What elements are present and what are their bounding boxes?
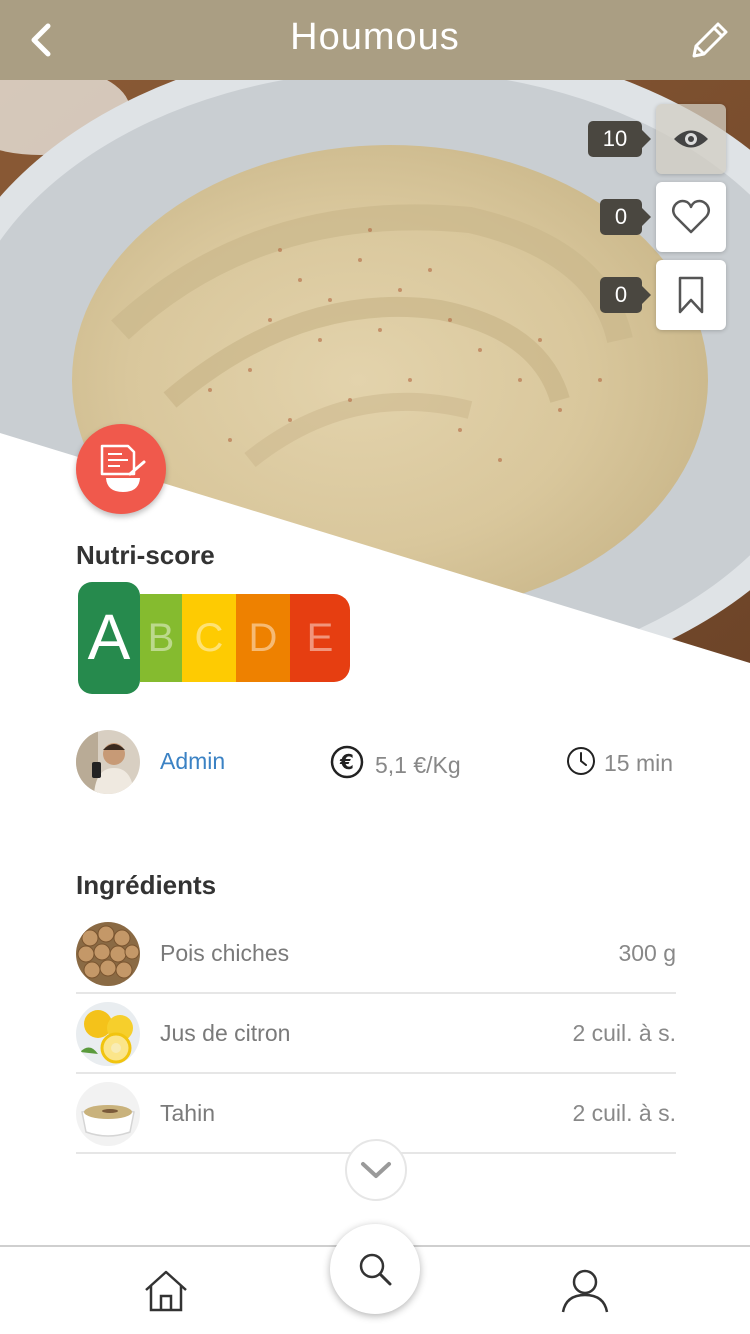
- top-bar: Houmous: [0, 0, 750, 80]
- tahini-thumbnail: [76, 1082, 140, 1146]
- saves-count: 0: [600, 277, 651, 313]
- ingredient-name: Jus de citron: [160, 1020, 291, 1046]
- bookmark-icon: [678, 276, 704, 314]
- lemon-thumbnail: [76, 1002, 140, 1066]
- chickpeas-thumbnail: [76, 922, 140, 986]
- page-title: Houmous: [290, 16, 460, 58]
- search-icon: [359, 1253, 392, 1286]
- eye-icon: [674, 130, 708, 148]
- prep-time: 15 min: [604, 750, 674, 776]
- ingredient-quantity: 300 g: [618, 940, 676, 966]
- nutri-letter-d: D: [236, 594, 290, 682]
- nutri-letter-e: E: [290, 594, 350, 682]
- ingredient-name: Tahin: [160, 1100, 215, 1126]
- recipe-book-icon: [100, 444, 146, 492]
- svg-text:€: €: [339, 750, 354, 774]
- nutri-grade: A: [78, 582, 140, 694]
- author-link[interactable]: Admin: [160, 748, 225, 775]
- price-per-kg: 5,1 €/Kg: [375, 752, 461, 778]
- ingredient-quantity: 2 cuil. à s.: [572, 1100, 676, 1126]
- chevron-down-icon: [361, 1162, 391, 1178]
- nutri-letter-c: C: [182, 594, 236, 682]
- avatar[interactable]: [76, 730, 140, 794]
- ingredient-name: Pois chiches: [160, 940, 290, 966]
- nutri-score-scale: B C D E A: [78, 582, 350, 694]
- ingredient-row[interactable]: Pois chiches 300 g: [76, 914, 676, 994]
- recipe-badge: [76, 424, 166, 514]
- like-button[interactable]: [656, 182, 726, 252]
- home-icon[interactable]: [143, 1268, 189, 1314]
- euro-coin-icon: €: [330, 745, 364, 779]
- user-icon[interactable]: [560, 1268, 610, 1314]
- search-button[interactable]: [330, 1224, 420, 1314]
- nutri-score-title: Nutri-score: [76, 540, 215, 570]
- ingredient-row[interactable]: Jus de citron 2 cuil. à s.: [76, 994, 676, 1074]
- ingredients-title: Ingrédients: [76, 870, 217, 900]
- heart-icon: [672, 199, 710, 234]
- clock-icon: [567, 747, 595, 775]
- views-count: 10: [588, 121, 651, 157]
- nutri-letter-b: B: [140, 594, 182, 682]
- likes-count: 0: [600, 199, 651, 235]
- pencil-icon[interactable]: [686, 18, 732, 64]
- ingredient-quantity: 2 cuil. à s.: [572, 1020, 676, 1046]
- show-more-button[interactable]: [345, 1139, 407, 1201]
- bookmark-button[interactable]: [656, 260, 726, 330]
- views-button[interactable]: [656, 104, 726, 174]
